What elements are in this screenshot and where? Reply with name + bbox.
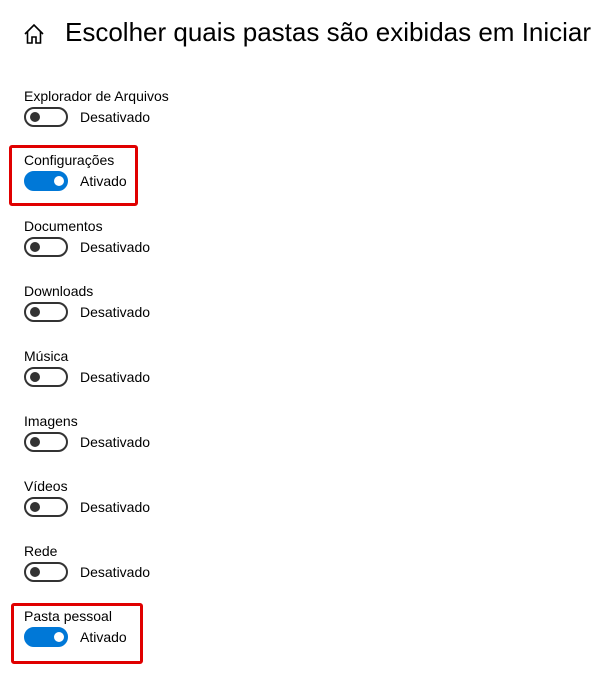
toggle-row: Desativado (24, 107, 284, 129)
setting-label: Música (24, 348, 69, 364)
toggle-switch[interactable] (24, 107, 68, 127)
toggle-state-label: Ativado (80, 173, 127, 189)
setting-label: Explorador de Arquivos (24, 88, 169, 104)
setting-rede: Rede Desativado (24, 541, 324, 601)
setting-musica: Música Desativado (24, 346, 324, 406)
toggle-row: Desativado (24, 367, 284, 389)
setting-label: Configurações (24, 152, 115, 168)
toggle-state-label: Desativado (80, 369, 151, 385)
setting-imagens: Imagens Desativado (24, 411, 324, 471)
toggle-row: Desativado (24, 432, 284, 454)
setting-label: Documentos (24, 218, 103, 234)
toggle-switch[interactable] (24, 562, 68, 582)
toggle-row: Desativado (24, 497, 284, 519)
page-title: Escolher quais pastas são exibidas em In… (65, 17, 592, 47)
home-icon (24, 23, 44, 44)
toggle-state-label: Desativado (80, 109, 151, 125)
toggle-switch[interactable] (24, 302, 68, 322)
toggle-knob (54, 176, 64, 186)
setting-label: Pasta pessoal (24, 608, 112, 624)
setting-pasta-pessoal: Pasta pessoal Ativado (24, 606, 324, 666)
toggle-knob (30, 307, 40, 317)
home-button[interactable] (20, 20, 48, 48)
toggle-knob (30, 567, 40, 577)
toggle-state-label: Desativado (80, 239, 151, 255)
setting-label: Downloads (24, 283, 94, 299)
setting-videos: Vídeos Desativado (24, 476, 324, 536)
toggle-row: Ativado (24, 171, 284, 193)
toggle-state-label: Desativado (80, 304, 151, 320)
toggle-switch[interactable] (24, 237, 68, 257)
setting-label: Vídeos (24, 478, 68, 494)
toggle-switch[interactable] (24, 171, 68, 191)
toggle-state-label: Ativado (80, 629, 127, 645)
setting-explorador-de-arquivos: Explorador de Arquivos Desativado (24, 86, 324, 146)
toggle-knob (30, 437, 40, 447)
toggle-switch[interactable] (24, 367, 68, 387)
toggle-knob (54, 632, 64, 642)
toggle-row: Ativado (24, 627, 284, 649)
toggle-state-label: Desativado (80, 499, 151, 515)
setting-label: Rede (24, 543, 58, 559)
toggle-row: Desativado (24, 302, 284, 324)
toggle-knob (30, 242, 40, 252)
setting-documentos: Documentos Desativado (24, 216, 324, 276)
toggle-switch[interactable] (24, 497, 68, 517)
toggle-knob (30, 502, 40, 512)
toggle-state-label: Desativado (80, 564, 151, 580)
settings-page: Escolher quais pastas são exibidas em In… (0, 0, 615, 690)
setting-label: Imagens (24, 413, 78, 429)
toggle-knob (30, 372, 40, 382)
setting-downloads: Downloads Desativado (24, 281, 324, 341)
toggle-knob (30, 112, 40, 122)
page-header: Escolher quais pastas são exibidas em In… (0, 0, 615, 70)
toggle-row: Desativado (24, 562, 284, 584)
toggle-row: Desativado (24, 237, 284, 259)
toggle-switch[interactable] (24, 627, 68, 647)
toggle-switch[interactable] (24, 432, 68, 452)
setting-configuracoes: Configurações Ativado (24, 150, 324, 210)
toggle-state-label: Desativado (80, 434, 151, 450)
